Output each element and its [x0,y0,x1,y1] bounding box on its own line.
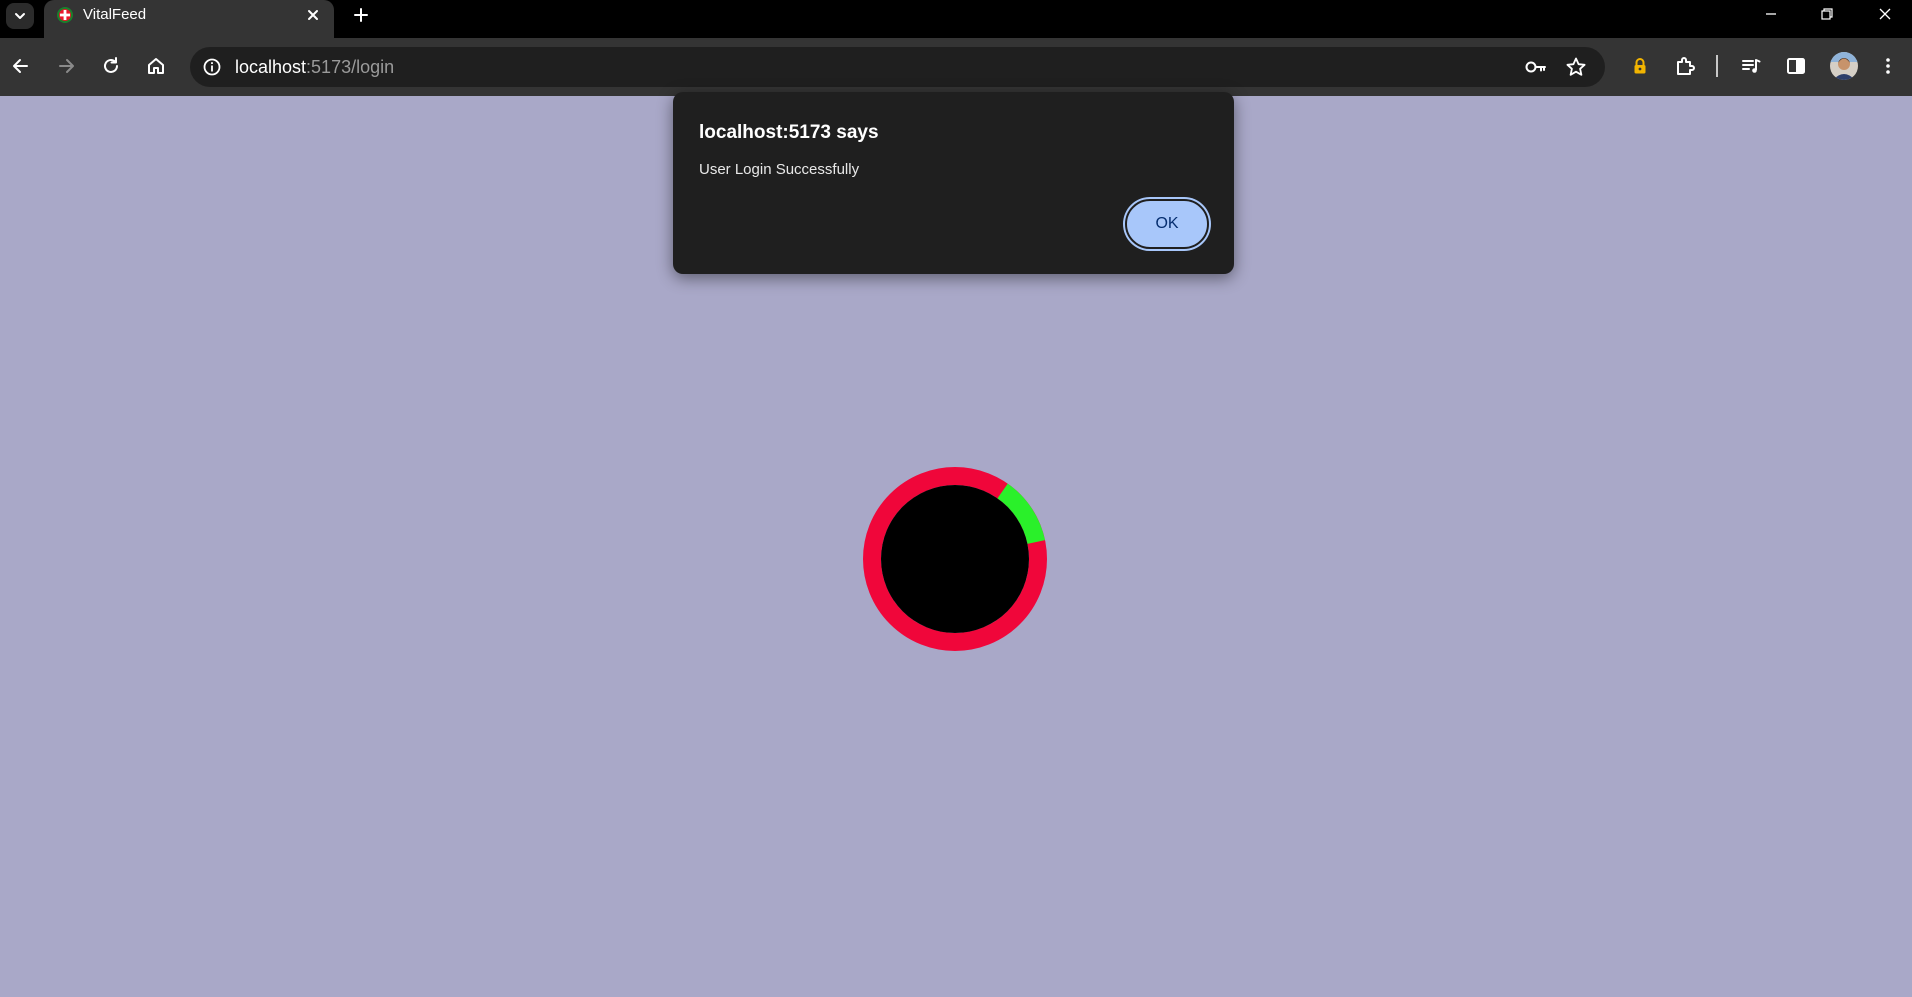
extensions-button[interactable] [1669,50,1701,82]
side-panel-icon [1787,58,1805,74]
password-key-icon [1525,61,1546,73]
dialog-title: localhost:5173 says [699,122,879,143]
window-close-button[interactable] [1858,0,1912,28]
site-info-icon [203,58,221,76]
url-text[interactable]: localhost:5173/login [235,56,394,78]
more-menu-icon [1886,58,1890,74]
restore-button[interactable] [1800,0,1854,28]
loading-spinner [863,467,1047,651]
side-panel-button[interactable] [1780,50,1812,82]
tab-vitalfeed[interactable]: VitalFeed [44,0,334,38]
ok-button[interactable]: OK [1125,199,1209,249]
loader-center [881,485,1029,633]
media-controls-button[interactable] [1735,50,1767,82]
close-icon [308,10,318,20]
profile-avatar-icon [1830,52,1858,80]
back-arrow-icon [13,59,28,73]
toolbar-divider [1716,55,1718,77]
site-info-button[interactable] [200,55,224,79]
alert-dialog: localhost:5173 says User Login Successfu… [673,92,1234,274]
tab-close-button[interactable] [302,4,324,26]
extensions-puzzle-icon [1677,57,1695,75]
back-button[interactable] [5,50,37,82]
dialog-message: User Login Successfully [699,161,860,178]
new-tab-button[interactable] [348,2,374,28]
vitalfeed-plus-icon [57,7,73,23]
reload-button[interactable] [95,50,127,82]
restore-icon [1821,8,1833,20]
close-icon [1879,8,1891,20]
plus-icon [354,8,368,22]
url-path: :5173/login [306,57,395,77]
more-menu-button[interactable] [1872,50,1904,82]
bookmark-star-button[interactable] [1564,55,1588,79]
forward-arrow-icon [59,59,74,73]
password-key-button[interactable] [1524,55,1548,79]
minimize-icon [1766,13,1776,15]
lock-extension-button[interactable] [1624,50,1656,82]
media-controls-icon [1742,59,1761,73]
tab-search-button[interactable] [6,3,34,29]
minimize-button[interactable] [1744,0,1798,28]
browser-toolbar: localhost:5173/login [0,38,1912,96]
home-icon [148,58,164,74]
url-host: localhost [235,57,307,77]
profile-avatar[interactable] [1830,52,1858,80]
address-bar[interactable]: localhost:5173/login [190,47,1605,87]
chevron-down-icon [15,13,25,19]
lock-extension-icon [1634,58,1646,74]
forward-button[interactable] [50,50,82,82]
home-button[interactable] [140,50,172,82]
tab-title: VitalFeed [83,6,147,23]
tab-strip: VitalFeed [0,0,1912,38]
bookmark-star-icon [1566,57,1586,76]
reload-icon [104,57,118,73]
